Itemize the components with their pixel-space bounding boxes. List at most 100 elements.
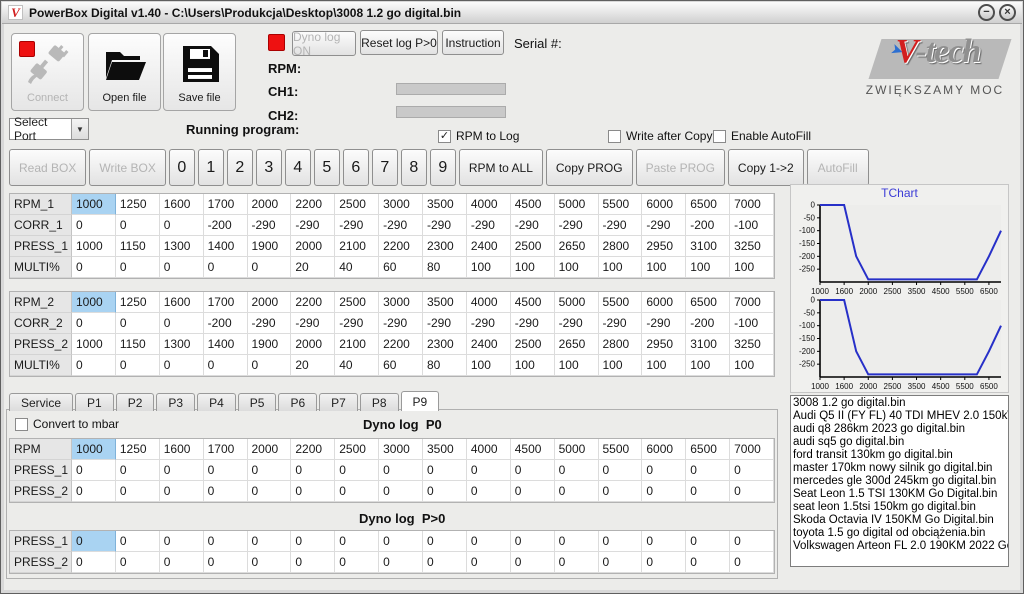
table-cell[interactable]: 0 — [247, 257, 292, 278]
table-cell[interactable]: 6500 — [686, 194, 731, 215]
table-cell[interactable]: 0 — [423, 460, 467, 481]
write-box-button[interactable]: Write BOX — [89, 149, 166, 186]
table-cell[interactable]: 3500 — [423, 292, 467, 313]
table-cell[interactable]: -290 — [598, 215, 643, 236]
table-cell[interactable]: 0 — [72, 313, 116, 334]
table-cell[interactable]: 0 — [203, 355, 248, 376]
tab-service[interactable]: Service — [9, 393, 74, 411]
digit-1-button[interactable]: 1 — [197, 149, 224, 186]
table-cell[interactable]: -290 — [598, 313, 643, 334]
table-cell[interactable]: 0 — [72, 215, 116, 236]
table-cell[interactable]: 0 — [203, 460, 248, 481]
table-cell[interactable]: 2200 — [291, 194, 336, 215]
table-cell[interactable]: 0 — [115, 481, 160, 502]
table-cell[interactable]: -290 — [379, 215, 423, 236]
table-cell[interactable]: -100 — [730, 313, 774, 334]
table-cell[interactable]: 0 — [291, 531, 336, 552]
table-cell[interactable]: 2500 — [510, 334, 555, 355]
table-cell[interactable]: 0 — [642, 481, 687, 502]
table-cell[interactable]: -290 — [554, 215, 599, 236]
table-cell[interactable]: 6500 — [686, 439, 731, 460]
table-cell[interactable]: 1400 — [203, 334, 248, 355]
table-cell[interactable]: 0 — [423, 481, 467, 502]
table-cell[interactable]: 1400 — [203, 236, 248, 257]
table-cell[interactable]: 0 — [247, 552, 292, 573]
table-cell[interactable]: 2200 — [291, 439, 336, 460]
table-cell[interactable]: 1700 — [203, 194, 248, 215]
table-cell[interactable]: 3000 — [379, 439, 423, 460]
table-cell[interactable]: 2500 — [335, 194, 380, 215]
table-cell[interactable]: -100 — [730, 215, 774, 236]
table-cell[interactable]: 0 — [203, 531, 248, 552]
tab-p6[interactable]: P6 — [278, 393, 318, 411]
table-cell[interactable]: 2000 — [247, 292, 292, 313]
table-cell[interactable]: 0 — [510, 552, 555, 573]
table-cell[interactable]: 3100 — [686, 334, 731, 355]
table-cell[interactable]: 0 — [203, 481, 248, 502]
table-cell[interactable]: -290 — [247, 215, 292, 236]
table-cell[interactable]: 0 — [598, 531, 643, 552]
table-cell[interactable]: 0 — [72, 481, 116, 502]
table-cell[interactable]: 0 — [554, 552, 599, 573]
digit-7-button[interactable]: 7 — [371, 149, 398, 186]
table-cell[interactable]: 0 — [335, 531, 380, 552]
table-cell[interactable]: 100 — [686, 355, 731, 376]
table-cell[interactable]: -290 — [379, 313, 423, 334]
tab-p5[interactable]: P5 — [237, 393, 277, 411]
table-cell[interactable]: 0 — [730, 460, 774, 481]
table-cell[interactable]: 0 — [466, 460, 511, 481]
table-cell[interactable]: 0 — [115, 355, 160, 376]
table-cell[interactable]: 1900 — [247, 236, 292, 257]
table-cell[interactable]: -290 — [466, 215, 511, 236]
table-cell[interactable]: 0 — [466, 531, 511, 552]
table-cell[interactable]: 0 — [510, 460, 555, 481]
table-cell[interactable]: 2650 — [554, 334, 599, 355]
file-list-item[interactable]: Skoda Octavia IV 150KM Go Digital.bin — [793, 514, 1006, 527]
bin-file-list[interactable]: 3008 1.2 go digital.bin Audi Q5 II (FY FL… — [790, 395, 1009, 567]
tab-p9[interactable]: P9 — [400, 391, 440, 411]
table-cell[interactable]: 2300 — [423, 334, 467, 355]
table-cell[interactable]: -200 — [686, 313, 731, 334]
title-bar[interactable]: V PowerBox Digital v1.40 - C:\Users\Prod… — [2, 2, 1022, 24]
table-cell[interactable]: -290 — [291, 313, 336, 334]
table-cell[interactable]: 0 — [115, 215, 160, 236]
table-cell[interactable]: 2950 — [642, 236, 687, 257]
table-cell[interactable]: 3000 — [379, 194, 423, 215]
table-cell[interactable]: 0 — [730, 531, 774, 552]
table-cell[interactable]: 0 — [335, 481, 380, 502]
table-cell[interactable]: 100 — [730, 257, 774, 278]
table-cell[interactable]: -290 — [291, 215, 336, 236]
table-cell[interactable]: 2000 — [247, 439, 292, 460]
table-cell[interactable]: 0 — [423, 531, 467, 552]
table-cell[interactable]: -290 — [642, 215, 687, 236]
table-cell[interactable]: 0 — [247, 355, 292, 376]
table-cell[interactable]: -290 — [335, 313, 380, 334]
table-cell[interactable]: 2100 — [335, 334, 380, 355]
table-cell[interactable]: 3500 — [423, 439, 467, 460]
table-cell[interactable]: 0 — [466, 481, 511, 502]
table-cell[interactable]: 5500 — [598, 439, 643, 460]
digit-2-button[interactable]: 2 — [226, 149, 253, 186]
table-cell[interactable]: 0 — [642, 460, 687, 481]
table-cell[interactable]: 0 — [598, 481, 643, 502]
file-list-item[interactable]: seat leon 1.5tsi 150km go digital.bin — [793, 501, 1006, 514]
table-cell[interactable]: 1600 — [159, 292, 204, 313]
table-cell[interactable]: 0 — [379, 481, 423, 502]
save-file-button[interactable]: Save file — [163, 33, 236, 111]
table-cell[interactable]: 0 — [115, 552, 160, 573]
table-cell[interactable]: 5000 — [554, 194, 599, 215]
table-cell[interactable]: 1000 — [72, 439, 116, 460]
digit-8-button[interactable]: 8 — [400, 149, 427, 186]
table-cell[interactable]: 3100 — [686, 236, 731, 257]
table-cell[interactable]: 1150 — [115, 334, 160, 355]
table-cell[interactable]: 0 — [72, 552, 116, 573]
file-list-item[interactable]: Seat Leon 1.5 TSI 130KM Go Digital.bin — [793, 488, 1006, 501]
table-cell[interactable]: 1150 — [115, 236, 160, 257]
convert-to-mbar-checkbox[interactable]: Convert to mbar — [15, 417, 119, 431]
table-cell[interactable]: 0 — [291, 552, 336, 573]
table-cell[interactable]: 0 — [510, 531, 555, 552]
file-list-item[interactable]: audi q8 286km 2023 go digital.bin — [793, 423, 1006, 436]
table-cell[interactable]: 4000 — [466, 292, 511, 313]
table-cell[interactable]: 40 — [335, 355, 380, 376]
table-cell[interactable]: 3250 — [730, 334, 774, 355]
